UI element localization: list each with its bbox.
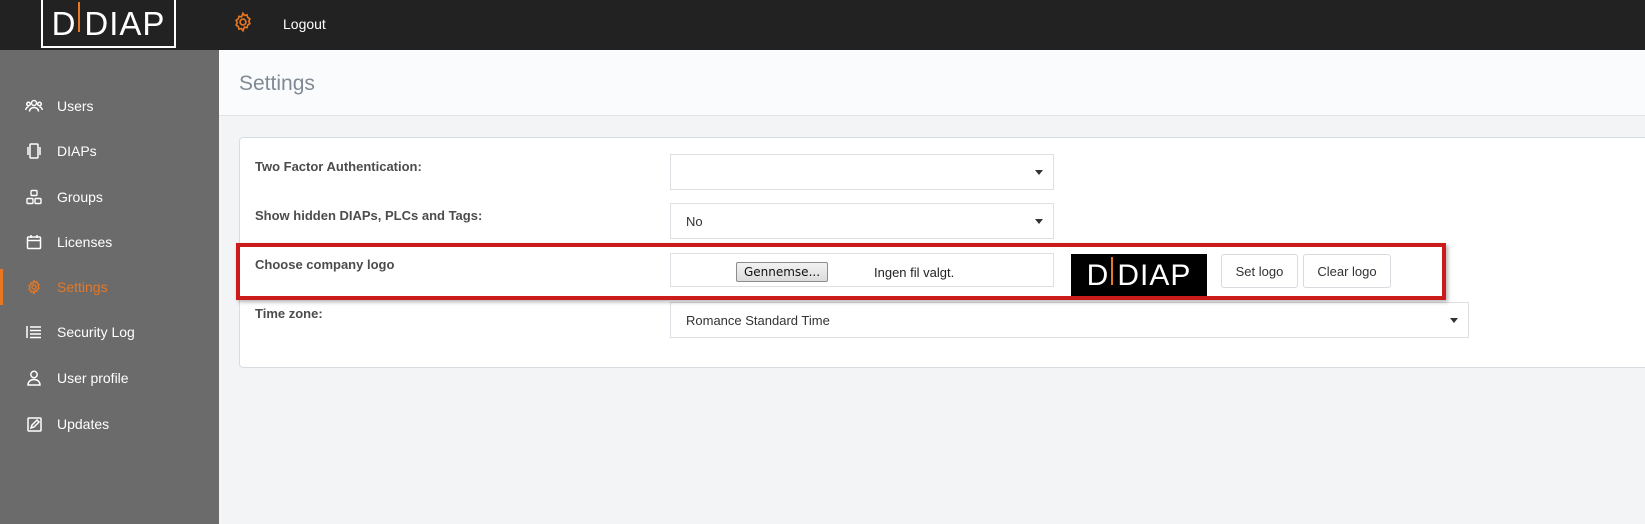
page-header: Settings <box>219 50 1645 116</box>
time-zone-label: Time zone: <box>255 306 323 321</box>
show-hidden-select[interactable]: No <box>670 203 1054 239</box>
sidebar-item-security-log[interactable]: Security Log <box>0 312 219 352</box>
sidebar-item-label: Security Log <box>57 324 135 340</box>
users-icon <box>24 97 44 115</box>
brand-logo[interactable]: D DIAP <box>41 0 176 48</box>
show-hidden-label: Show hidden DIAPs, PLCs and Tags: <box>255 208 483 223</box>
sidebar-item-licenses[interactable]: Licenses <box>0 222 219 262</box>
company-logo-label: Choose company logo <box>255 257 395 272</box>
time-zone-select[interactable]: Romance Standard Time <box>670 302 1469 338</box>
two-factor-label: Two Factor Authentication: <box>255 159 422 174</box>
edit-icon <box>24 415 44 433</box>
set-logo-button[interactable]: Set logo <box>1221 254 1298 288</box>
file-status: Ingen fil valgt. <box>874 265 955 280</box>
chevron-down-icon <box>1035 219 1043 224</box>
chevron-down-icon <box>1035 170 1043 175</box>
logo-mark: D DIAP <box>52 2 166 42</box>
sidebar-item-label: Settings <box>57 279 108 295</box>
sidebar-item-label: Groups <box>57 189 103 205</box>
logout-link[interactable]: Logout <box>283 16 326 32</box>
chevron-down-icon <box>1450 318 1458 323</box>
time-zone-value: Romance Standard Time <box>686 313 830 328</box>
groups-icon <box>24 188 44 206</box>
logo-mark: D DIAP <box>1086 256 1192 292</box>
sidebar-item-label: Licenses <box>57 234 113 250</box>
logo-preview: D DIAP <box>1071 254 1207 297</box>
device-icon <box>24 142 44 160</box>
list-icon <box>24 323 44 341</box>
calendar-icon <box>24 233 44 251</box>
sidebar-item-settings[interactable]: Settings <box>0 267 219 307</box>
user-icon <box>24 369 44 387</box>
page-title: Settings <box>239 72 315 95</box>
show-hidden-value: No <box>686 214 703 229</box>
logo-file-input[interactable]: Gennemse... Ingen fil valgt. <box>670 253 1054 287</box>
sidebar-item-updates[interactable]: Updates <box>0 404 219 444</box>
sidebar-item-label: DIAPs <box>57 143 97 159</box>
two-factor-select[interactable] <box>670 154 1054 190</box>
logo-preview-text: DIAP <box>1117 258 1192 292</box>
sidebar-item-users[interactable]: Users <box>0 86 219 126</box>
gear-icon <box>24 278 44 296</box>
sidebar-item-label: Updates <box>57 416 110 432</box>
sidebar: Users DIAPs Groups Licenses Settings Sec… <box>0 50 219 524</box>
browse-button[interactable]: Gennemse... <box>736 262 828 282</box>
gear-icon[interactable] <box>232 11 254 33</box>
sidebar-item-groups[interactable]: Groups <box>0 177 219 217</box>
sidebar-item-user-profile[interactable]: User profile <box>0 358 219 398</box>
sidebar-item-label: User profile <box>57 370 129 386</box>
top-navbar: D DIAP Logout <box>0 0 1645 50</box>
logo-text: DIAP <box>84 4 166 42</box>
clear-logo-button[interactable]: Clear logo <box>1303 254 1391 288</box>
sidebar-item-label: Users <box>57 98 94 114</box>
sidebar-item-diaps[interactable]: DIAPs <box>0 131 219 171</box>
